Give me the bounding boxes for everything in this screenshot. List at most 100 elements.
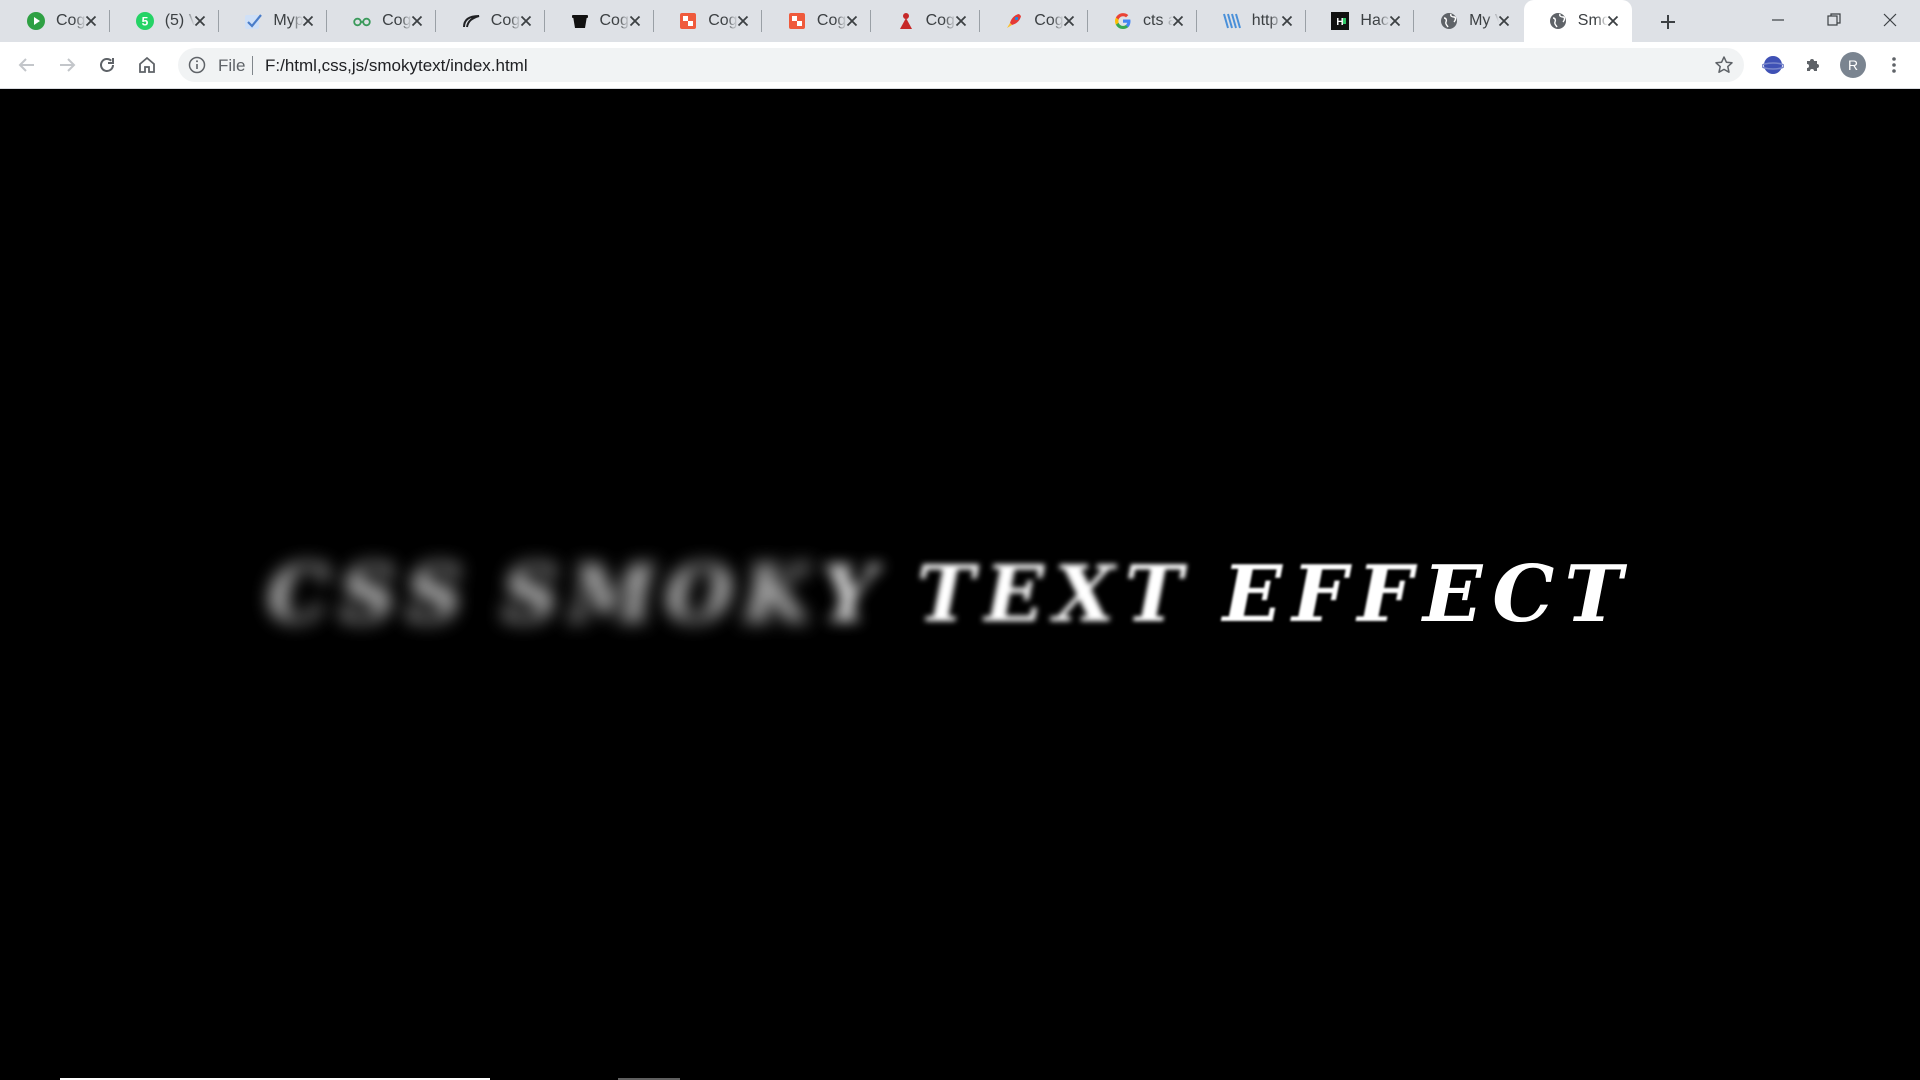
close-icon (738, 15, 749, 27)
smoky-letter: T (916, 549, 985, 640)
close-icon (85, 15, 97, 27)
smoky-letter: C (267, 549, 340, 640)
smoky-letter: S (339, 549, 407, 640)
tab[interactable]: cts a (1089, 0, 1197, 42)
back-button[interactable] (11, 49, 43, 81)
address-bar[interactable]: File F:/html,css,js/smokytext/index.html (178, 48, 1744, 82)
close-icon (303, 15, 314, 27)
tab-close-button[interactable] (1060, 12, 1078, 30)
url-scheme-label: File (218, 56, 246, 75)
tab[interactable]: Cog (654, 0, 763, 42)
hat-icon (570, 11, 590, 31)
tab-close-button[interactable] (734, 12, 752, 30)
tab[interactable]: http (1198, 0, 1306, 42)
tab-close-button[interactable] (299, 12, 317, 30)
tab[interactable]: Smc (1523, 0, 1632, 42)
tab[interactable]: Cog (546, 0, 654, 42)
close-icon (1064, 15, 1075, 27)
close-icon (411, 15, 423, 27)
arrow-left-icon (18, 58, 34, 72)
red-figure-icon (896, 11, 916, 31)
checkmark-icon (243, 11, 263, 31)
tab[interactable]: Cog (872, 0, 980, 42)
tab-close-button[interactable] (408, 12, 426, 30)
smoky-letter: K (743, 549, 821, 640)
url-text[interactable]: F:/html,css,js/smokytext/index.html (265, 56, 528, 76)
smoky-letter: E (1222, 549, 1293, 640)
whatsapp-icon: 5 (135, 11, 155, 31)
close-icon (1883, 13, 1897, 27)
tab-close-button[interactable] (191, 12, 209, 30)
google-icon (1113, 11, 1133, 31)
tab-close-button[interactable] (1495, 12, 1513, 30)
menu-button[interactable] (1878, 49, 1910, 81)
smoky-letter: Y (820, 549, 887, 640)
tab[interactable]: H Hacl (1306, 0, 1415, 42)
smoky-letter: T (1124, 549, 1193, 640)
minimize-button[interactable] (1750, 0, 1806, 40)
smoky-letter: M (568, 549, 666, 640)
extensions-menu-button[interactable] (1797, 49, 1829, 81)
profile-avatar[interactable]: R (1840, 52, 1866, 78)
extension-planet-icon (1762, 56, 1784, 74)
glasses-icon (352, 11, 372, 31)
smoky-letter: S (406, 549, 473, 640)
tab[interactable]: Cog (980, 0, 1089, 42)
green-play-icon (26, 11, 46, 31)
tab-close-button[interactable] (952, 12, 970, 30)
tab-close-button[interactable] (626, 12, 644, 30)
globe-icon (1439, 11, 1459, 31)
forward-button[interactable] (51, 49, 83, 81)
tab-close-button[interactable] (1278, 12, 1296, 30)
swoosh-icon (461, 11, 481, 31)
info-icon[interactable] (188, 56, 206, 74)
tab-close-button[interactable] (517, 12, 535, 30)
grid-logo-icon (1222, 11, 1242, 31)
red-logo-icon (678, 11, 698, 31)
close-icon (194, 15, 205, 27)
tab-close-button[interactable] (1386, 12, 1404, 30)
tab[interactable]: Myp (219, 0, 328, 42)
tab[interactable]: Cog (328, 0, 437, 42)
reload-button[interactable] (91, 49, 123, 81)
close-icon (1172, 15, 1184, 27)
puzzle-icon (1807, 59, 1819, 71)
tab-close-button[interactable] (1169, 12, 1187, 30)
smoky-letter: O (665, 549, 744, 640)
new-tab-button[interactable] (1654, 8, 1682, 36)
tab[interactable]: My V (1415, 0, 1523, 42)
home-icon (139, 56, 155, 73)
restore-button[interactable] (1806, 0, 1862, 40)
hackerrank-icon: H (1330, 11, 1350, 31)
smoky-letter: S (502, 549, 569, 640)
smoky-letter: F (1357, 549, 1423, 640)
tab[interactable]: Cog (763, 0, 871, 42)
close-window-button[interactable] (1862, 0, 1918, 40)
close-icon (1281, 15, 1292, 27)
tab-close-button[interactable] (82, 12, 100, 30)
tab[interactable]: Cog (437, 0, 545, 42)
red-logo-icon (787, 11, 807, 31)
url-divider (252, 56, 253, 75)
smoky-letter: E (984, 549, 1054, 640)
smoky-letter: X (1054, 549, 1125, 640)
close-icon (955, 15, 966, 27)
home-button[interactable] (131, 49, 163, 81)
star-icon[interactable] (1714, 55, 1734, 75)
extension-button[interactable] (1757, 49, 1789, 81)
tab[interactable]: 5 (5) V (111, 0, 219, 42)
tab-close-button[interactable] (843, 12, 861, 30)
reload-icon (100, 58, 114, 72)
page-viewport: CSSSMOKYTEXTEFFECT (0, 89, 1920, 1080)
globe-icon (1548, 11, 1568, 31)
tab[interactable]: Cog (2, 0, 110, 42)
smoky-letter: E (1422, 549, 1493, 640)
tab-close-button[interactable] (1604, 12, 1622, 30)
close-icon (1498, 15, 1510, 27)
arrow-right-icon (60, 58, 76, 72)
smoky-letter: C (1492, 549, 1565, 640)
close-icon (1607, 15, 1618, 27)
toolbar: File F:/html,css,js/smokytext/index.html (0, 42, 1920, 89)
rocket-icon (1004, 11, 1024, 31)
restore-icon (1827, 13, 1841, 26)
